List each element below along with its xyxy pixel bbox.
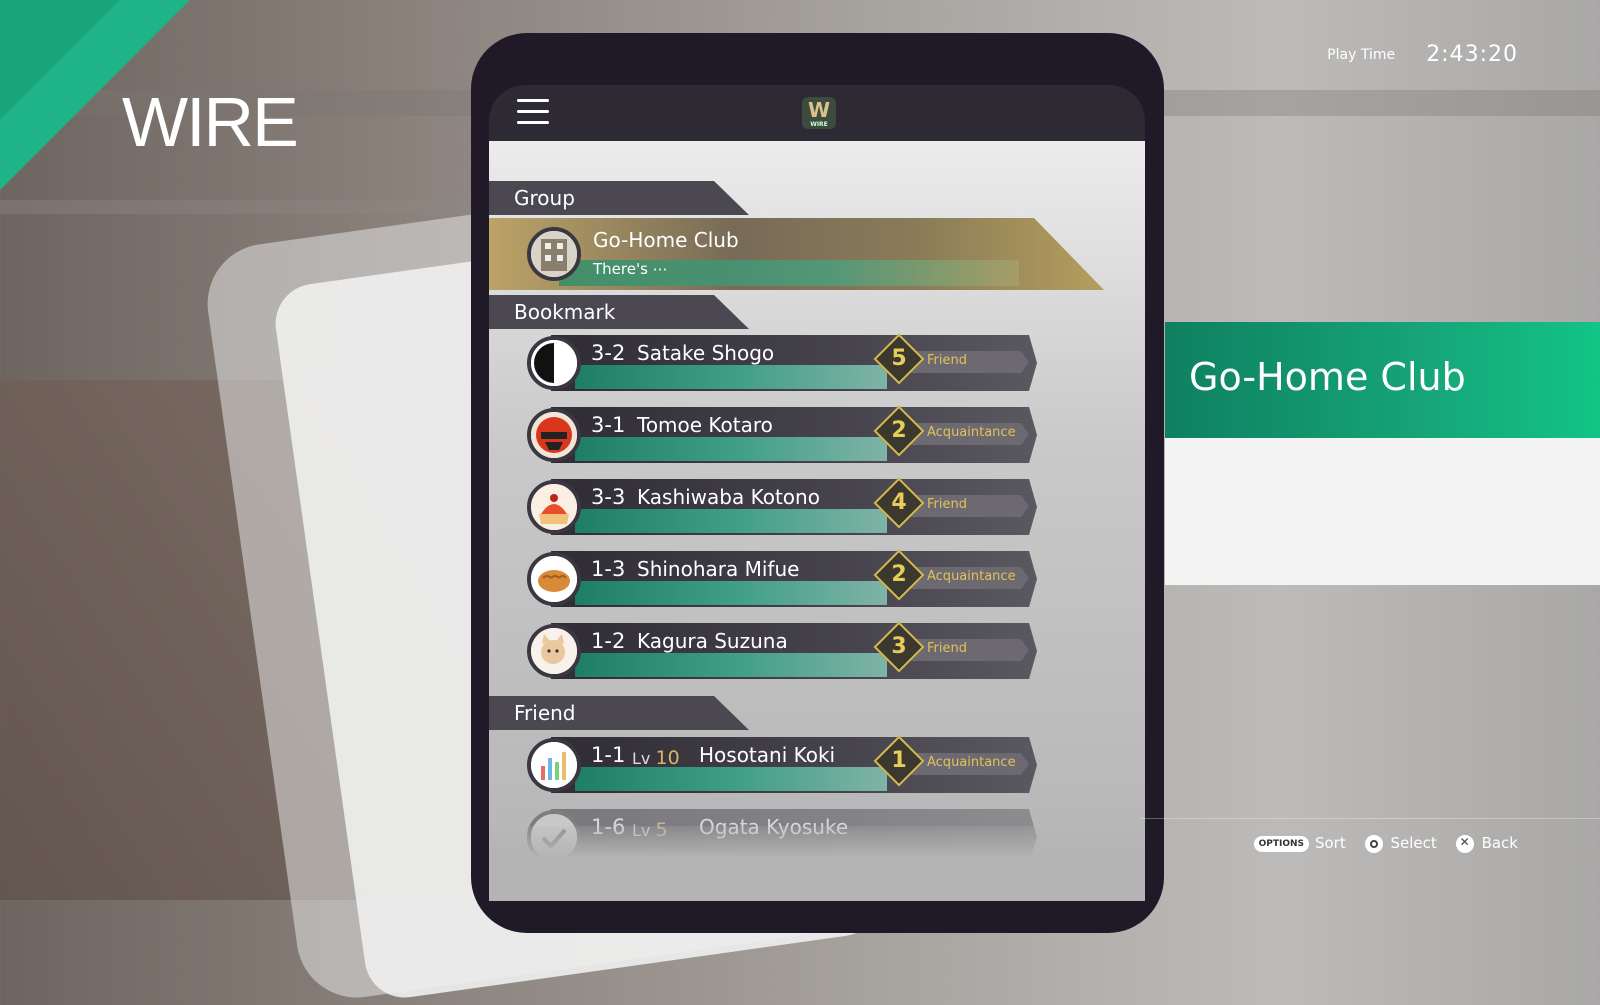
menu-icon[interactable]: [517, 99, 549, 125]
section-group: Group: [489, 181, 749, 215]
hint-label: Select: [1390, 834, 1437, 852]
section-label: Friend: [514, 701, 576, 725]
level-value: 10: [655, 747, 680, 769]
contact-class: 3-2: [591, 341, 626, 365]
contact-name: Tomoe Kotaro: [637, 413, 773, 437]
contact-name: Kashiwaba Kotono: [637, 485, 820, 509]
relation-level: 2: [891, 562, 907, 587]
options-button-icon: OPTIONS: [1253, 835, 1309, 852]
relation-level: 1: [891, 748, 907, 773]
section-bookmark: Bookmark: [489, 295, 749, 329]
circle-button-icon: [1364, 834, 1383, 853]
row-bar: [575, 509, 887, 533]
hint-label: Sort: [1314, 834, 1346, 852]
row-bar: [575, 581, 887, 605]
relation-label: Acquaintance: [927, 755, 1016, 770]
section-label: Group: [514, 186, 575, 210]
logo-letter: W: [807, 98, 831, 122]
phone-frame: W WIRE Group Go-Home Club There's ⋯ Book…: [471, 33, 1164, 933]
relation-label: Acquaintance: [927, 569, 1016, 584]
contact-level: Lv 10: [632, 747, 680, 769]
contact-row[interactable]: 3-3 Kashiwaba Kotono 4 Friend: [527, 477, 1037, 541]
hint-sort[interactable]: OPTIONS Sort: [1253, 834, 1346, 852]
app-title: WIRE: [122, 83, 299, 161]
contact-name: Satake Shogo: [637, 341, 775, 365]
relation-tag-bg: [907, 351, 1029, 373]
group-name: Go-Home Club: [593, 228, 739, 252]
contact-class: 1-3: [591, 557, 626, 581]
phone-header: W WIRE: [489, 85, 1145, 141]
bread-icon: [527, 552, 581, 606]
relation-level: 2: [891, 418, 907, 443]
level-label: Lv: [632, 749, 651, 768]
section-label: Bookmark: [514, 300, 616, 324]
relation-label: Acquaintance: [927, 425, 1016, 440]
red-mask-icon: [527, 408, 581, 462]
play-time: Play Time 2:43:20: [1327, 42, 1518, 67]
button-hints: OPTIONS Sort Select Back: [1240, 834, 1518, 853]
cat-icon: [527, 624, 581, 678]
contact-row[interactable]: 1-1 Lv 10 Hosotani Koki 1 Acquaintance: [527, 735, 1037, 799]
play-time-label: Play Time: [1327, 46, 1396, 63]
detail-header: Go-Home Club: [1165, 322, 1600, 438]
contact-class: 1-2: [591, 629, 626, 653]
hint-divider: [1140, 818, 1600, 819]
group-row-selected[interactable]: Go-Home Club There's ⋯: [489, 218, 1104, 290]
group-message: There's ⋯: [593, 260, 668, 278]
bar-chart-icon: [527, 738, 581, 792]
contact-row[interactable]: 1-3 Shinohara Mifue 2 Acquaintance: [527, 549, 1037, 613]
relation-tag-bg: [907, 639, 1029, 661]
relation-label: Friend: [927, 641, 967, 656]
hint-select[interactable]: Select: [1364, 834, 1437, 853]
relation-level: 3: [891, 634, 907, 659]
contact-name: Kagura Suzuna: [637, 629, 788, 653]
contact-class: 3-1: [591, 413, 626, 437]
play-time-value: 2:43:20: [1426, 42, 1518, 67]
logo-sub: WIRE: [810, 121, 828, 128]
relation-label: Friend: [927, 353, 967, 368]
row-bar: [575, 767, 887, 791]
contact-row[interactable]: 3-2 Satake Shogo 5 Friend: [527, 333, 1037, 397]
detail-title: Go-Home Club: [1189, 355, 1466, 399]
hint-back[interactable]: Back: [1455, 834, 1518, 853]
relation-level: 4: [891, 490, 907, 515]
list-fade: [489, 826, 1145, 901]
relation-label: Friend: [927, 497, 967, 512]
contact-name: Hosotani Koki: [699, 743, 836, 767]
half-moon-icon: [527, 336, 581, 390]
row-bar: [575, 365, 887, 389]
background-rail: [0, 200, 470, 214]
section-friend: Friend: [489, 696, 749, 730]
hint-label: Back: [1481, 834, 1518, 852]
contact-name: Shinohara Mifue: [637, 557, 800, 581]
contact-row[interactable]: 1-2 Kagura Suzuna 3 Friend: [527, 621, 1037, 685]
row-bar: [575, 653, 887, 677]
cross-button-icon: [1455, 834, 1474, 853]
corner-accent: [0, 0, 120, 120]
contact-row[interactable]: 3-1 Tomoe Kotaro 2 Acquaintance: [527, 405, 1037, 469]
building-icon: [527, 227, 581, 281]
row-bar: [575, 437, 887, 461]
contact-class: 1-1: [591, 743, 626, 767]
contact-list: Group Go-Home Club There's ⋯ Bookmark 3-…: [489, 141, 1145, 901]
cake-icon: [527, 480, 581, 534]
relation-level: 5: [891, 346, 907, 371]
wire-logo-icon: W WIRE: [802, 97, 836, 129]
detail-body: [1165, 438, 1600, 585]
contact-class: 3-3: [591, 485, 626, 509]
relation-tag-bg: [907, 495, 1029, 517]
